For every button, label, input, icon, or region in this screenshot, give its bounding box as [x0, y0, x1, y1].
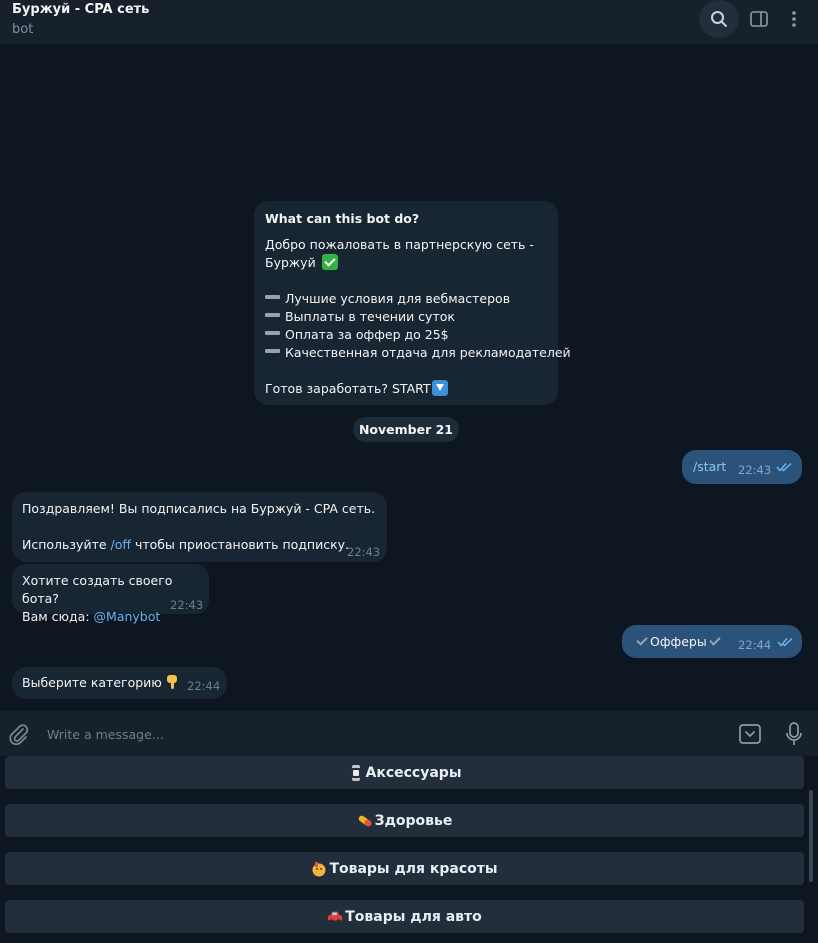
message-text: Вам сюда: — [22, 609, 94, 624]
keyboard-button-accessories[interactable]: Аксессуары — [5, 756, 804, 789]
keyboard-button-label: Аксессуары — [365, 764, 462, 781]
keyboard-button-label: Товары для красоты — [329, 860, 498, 877]
double-check-icon — [776, 462, 792, 472]
minus-icon — [265, 295, 280, 299]
intro-feature-text: Качественная отдача для рекламодателей — [285, 345, 571, 360]
keyboard-scrollbar[interactable] — [809, 790, 813, 882]
incoming-message[interactable]: Хотите создать своего бота? Вам сюда: @M… — [12, 564, 209, 624]
chat-header: Буржуй - CPA сеть bot — [0, 0, 818, 45]
message-composer — [0, 710, 818, 756]
down-arrow-icon — [431, 380, 448, 396]
cosmetics-emoji-icon — [312, 861, 326, 876]
paperclip-icon — [9, 724, 29, 745]
car-emoji-icon — [328, 911, 343, 923]
double-check-icon — [777, 637, 793, 647]
keyboard-button-auto[interactable]: Товары для авто — [5, 900, 804, 933]
intro-feature-text: Выплаты в течении суток — [285, 309, 455, 324]
keyboard-button-beauty[interactable]: Товары для красоты — [5, 852, 804, 885]
incoming-message[interactable]: Поздравляем! Вы подписались на Буржуй - … — [12, 492, 387, 562]
search-icon — [711, 11, 727, 27]
bot-reply-keyboard: Аксессуары Здоровье Товары для красоты Т… — [0, 756, 818, 943]
message-time: 22:44 — [187, 679, 221, 693]
minus-icon — [265, 349, 280, 353]
check-icon — [709, 634, 721, 646]
message-time: 22:43 — [347, 545, 381, 559]
more-vertical-icon — [792, 11, 796, 27]
message-text-line: Используйте /off чтобы приостановить под… — [22, 536, 377, 554]
message-time: 22:43 — [170, 598, 204, 612]
telegram-window: Буржуй - CPA сеть bot What can this bot … — [0, 0, 818, 943]
minus-icon — [265, 313, 280, 317]
check-icon — [636, 634, 648, 646]
incoming-message[interactable]: Выберите категорию 22:44 — [12, 667, 227, 699]
voice-record-button[interactable] — [782, 720, 806, 748]
intro-feature-text: Оплата за оффер до 25$ — [285, 327, 449, 342]
intro-feature-text: Лучшие условия для вебмастеров — [285, 291, 511, 306]
more-options-button[interactable] — [774, 0, 814, 38]
intro-feature-item: Лучшие условия для вебмастеров — [265, 290, 547, 308]
message-text: Офферы — [650, 634, 707, 649]
chat-title[interactable]: Буржуй - CPA сеть — [12, 2, 149, 17]
keyboard-button-health[interactable]: Здоровье — [5, 804, 804, 837]
message-text-line: Офферы — [634, 633, 723, 651]
outgoing-message[interactable]: Офферы 22:44 — [622, 625, 802, 658]
intro-welcome-line-2: Буржуй — [265, 254, 547, 272]
microphone-icon — [786, 722, 802, 745]
keyboard-toggle-icon — [739, 724, 761, 744]
manybot-link[interactable]: @Manybot — [94, 609, 161, 624]
intro-cta: Готов заработать? START — [265, 380, 547, 398]
message-text: чтобы приостановить подписку. — [131, 537, 350, 552]
toggle-sidebar-button[interactable] — [739, 0, 779, 38]
keyboard-button-label: Товары для авто — [345, 908, 482, 925]
sidebar-icon — [750, 11, 768, 27]
intro-cta-text: Готов заработать? START — [265, 381, 431, 396]
message-text-line: Выберите категорию — [22, 674, 179, 692]
intro-feature-item: Качественная отдача для рекламодателей — [265, 344, 571, 362]
pill-emoji-icon — [358, 815, 371, 826]
intro-welcome-text: Буржуй — [265, 255, 316, 270]
minus-icon — [265, 331, 280, 335]
search-button[interactable] — [699, 0, 739, 38]
off-command-link[interactable]: /off — [111, 537, 131, 552]
watch-emoji-icon — [350, 764, 361, 781]
bot-intro-card: What can this bot do? Добро пожаловать в… — [254, 201, 571, 405]
bot-keyboard-toggle[interactable] — [737, 722, 763, 746]
outgoing-message[interactable]: /start 22:43 — [682, 450, 802, 484]
pointing-down-icon — [166, 675, 177, 689]
message-text: Используйте — [22, 537, 111, 552]
keyboard-button-label: Здоровье — [374, 812, 453, 829]
message-text: Поздравляем! Вы подписались на Буржуй - … — [22, 501, 376, 516]
message-text[interactable]: /start — [693, 458, 726, 476]
check-mark-icon — [321, 254, 338, 270]
message-time: 22:43 — [738, 463, 772, 477]
intro-title: What can this bot do? — [265, 211, 420, 226]
date-separator: November 21 — [353, 417, 459, 442]
intro-feature-item: Оплата за оффер до 25$ — [265, 326, 547, 344]
intro-feature-item: Выплаты в течении суток — [265, 308, 547, 326]
message-list[interactable]: What can this bot do? Добро пожаловать в… — [0, 45, 818, 710]
message-text: Выберите категорию — [22, 675, 162, 690]
chat-subtitle: bot — [12, 22, 34, 37]
message-time: 22:44 — [738, 638, 772, 652]
attach-button[interactable] — [6, 721, 32, 747]
intro-welcome-line: Добро пожаловать в партнерскую сеть - — [265, 237, 534, 252]
message-input[interactable] — [47, 724, 647, 744]
